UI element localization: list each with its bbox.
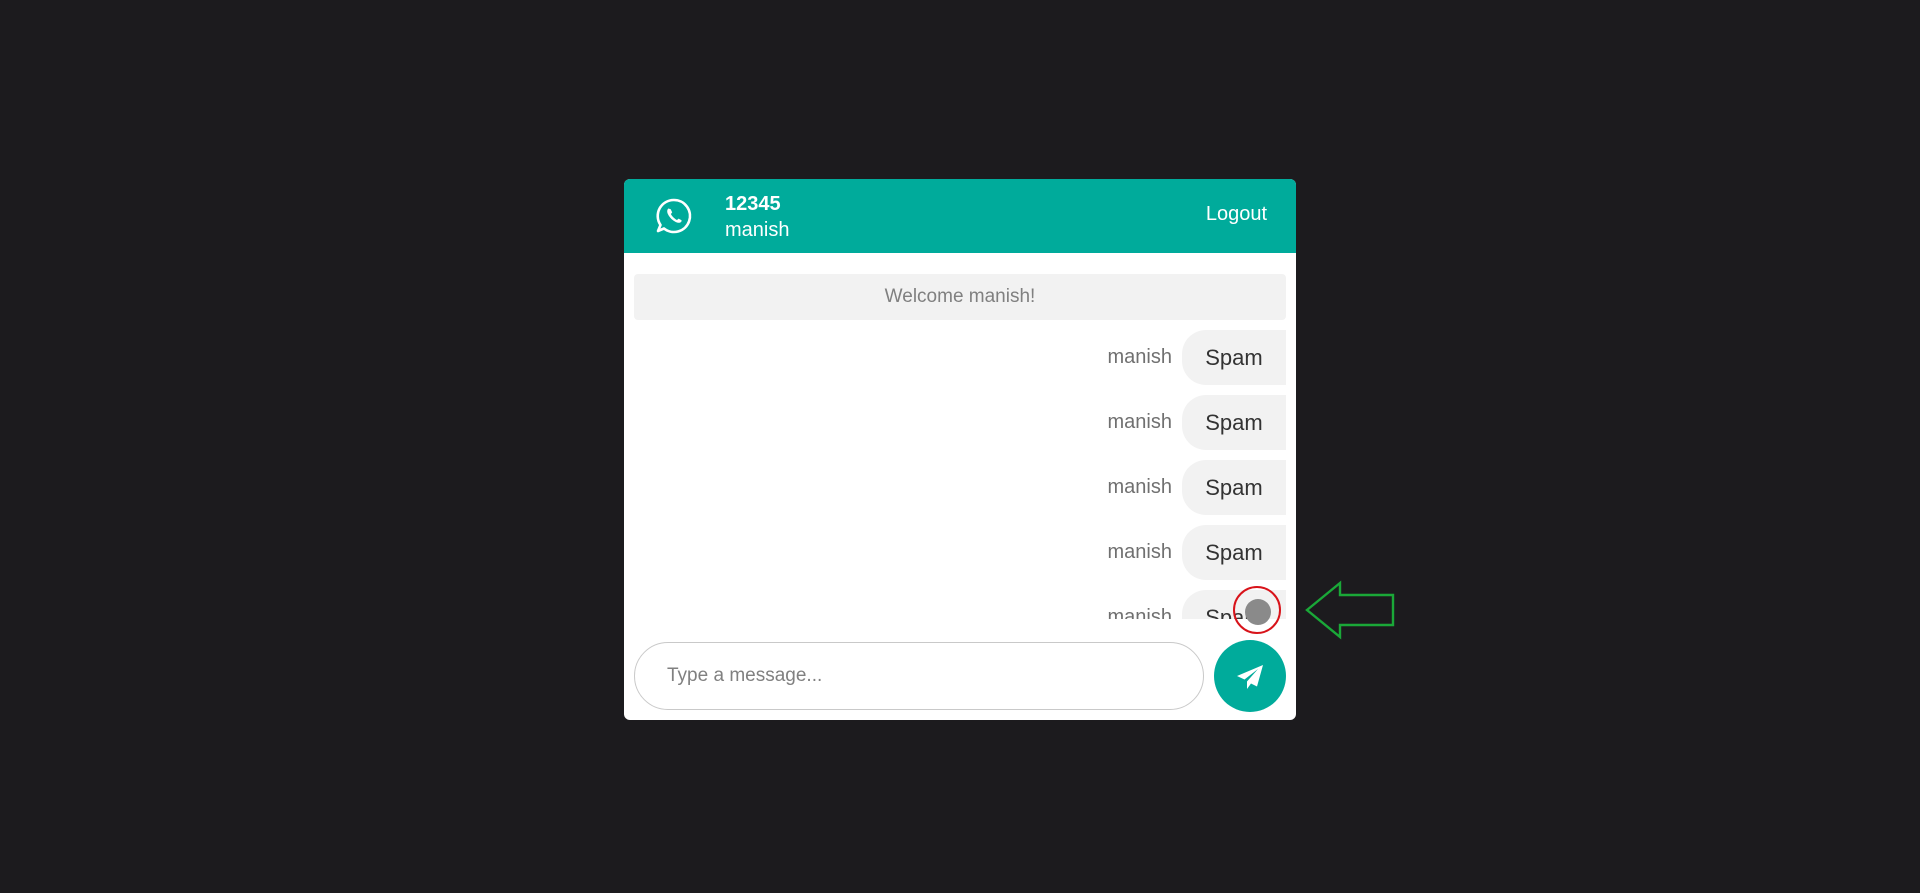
annotation-circle (1233, 586, 1281, 634)
message-sender: manish (1107, 606, 1172, 619)
whatsapp-icon (656, 198, 692, 234)
logout-button[interactable]: Logout (1206, 203, 1267, 226)
message-row: manish Spam (634, 330, 1286, 385)
message-sender: manish (1107, 476, 1172, 498)
message-list[interactable]: Welcome manish! manish Spam manish Spam … (634, 274, 1286, 619)
annotation-arrow-icon (1305, 580, 1395, 640)
message-row: manish Spam (634, 590, 1286, 619)
current-user-name: manish (725, 219, 790, 241)
message-sender: manish (1107, 541, 1172, 563)
send-button[interactable] (1214, 640, 1286, 712)
header-info: 12345 manish (725, 191, 789, 243)
chat-window: 12345 manish Logout Welcome manish! mani… (624, 179, 1296, 720)
message-input[interactable] (634, 642, 1204, 710)
message-row: manish Spam (634, 525, 1286, 580)
chat-header: 12345 manish Logout (624, 179, 1296, 253)
page-stage: 12345 manish Logout Welcome manish! mani… (0, 0, 1920, 893)
message-bubble: Spam (1182, 460, 1286, 515)
message-bubble: Spam (1182, 525, 1286, 580)
message-row: manish Spam (634, 460, 1286, 515)
room-id: 12345 (725, 193, 781, 215)
message-bubble: Spam (1182, 330, 1286, 385)
message-bubble: Spam (1182, 395, 1286, 450)
message-sender: manish (1107, 346, 1172, 368)
message-composer (634, 640, 1286, 712)
welcome-banner: Welcome manish! (634, 274, 1286, 320)
message-row: manish Spam (634, 395, 1286, 450)
message-sender: manish (1107, 411, 1172, 433)
paper-plane-icon (1237, 665, 1263, 689)
